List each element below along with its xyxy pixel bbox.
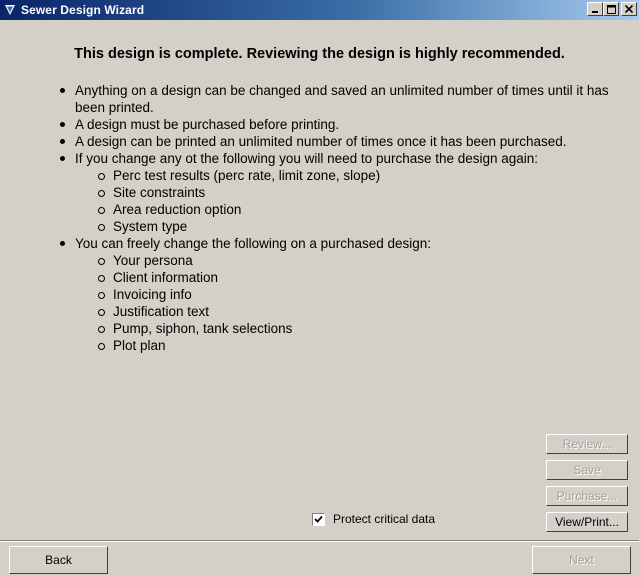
sub-list-item: Client information (58, 269, 628, 286)
next-button[interactable]: Next (532, 546, 631, 574)
maximize-icon (606, 4, 616, 14)
save-button[interactable]: Save (546, 460, 628, 480)
sub-list-item: Invoicing info (58, 286, 628, 303)
footer-divider (0, 540, 639, 542)
list-item: A design must be purchased before printi… (58, 116, 628, 133)
sub-list-item: Justification text (58, 303, 628, 320)
title-bar[interactable]: Sewer Design Wizard (0, 0, 639, 20)
checkmark-icon (314, 515, 323, 523)
review-button[interactable]: Review... (546, 434, 628, 454)
list-item: You can freely change the following on a… (58, 235, 628, 252)
sub-list-item: Site constraints (58, 184, 628, 201)
list-item: A design can be printed an unlimited num… (58, 133, 628, 150)
minimize-button[interactable] (587, 2, 603, 16)
close-icon (625, 5, 633, 13)
list-item: If you change any ot the following you w… (58, 150, 628, 167)
purchase-button[interactable]: Purchase... (546, 486, 628, 506)
close-button[interactable] (621, 2, 637, 16)
maximize-button[interactable] (603, 2, 619, 16)
sub-list-item: Perc test results (perc rate, limit zone… (58, 167, 628, 184)
sub-list-item: Plot plan (58, 337, 628, 354)
back-button[interactable]: Back (9, 546, 108, 574)
view-print-button[interactable]: View/Print... (546, 512, 628, 532)
page-heading: This design is complete. Reviewing the d… (74, 46, 565, 62)
sub-list-item: Area reduction option (58, 201, 628, 218)
protect-critical-data-checkbox[interactable] (312, 512, 325, 526)
window-title: Sewer Design Wizard (21, 3, 145, 17)
sub-list-item: Pump, siphon, tank selections (58, 320, 628, 337)
sub-list-item: Your persona (58, 252, 628, 269)
protect-critical-data-label: Protect critical data (333, 512, 436, 526)
list-item: Anything on a design can be changed and … (58, 82, 628, 116)
protect-critical-data-option[interactable]: Protect critical data (312, 512, 435, 526)
app-icon (3, 3, 17, 17)
minimize-icon (592, 11, 598, 13)
sub-list-item: System type (58, 218, 628, 235)
window-controls (587, 2, 637, 16)
info-list: Anything on a design can be changed and … (58, 82, 628, 354)
